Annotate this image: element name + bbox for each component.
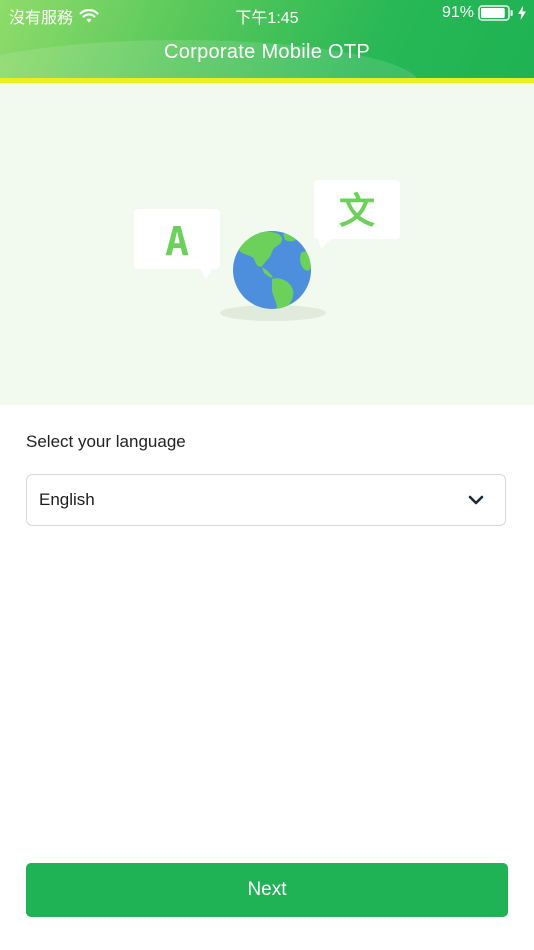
hero-illustration: A 文 [0, 83, 534, 405]
translation-bubble-icon: A [134, 209, 220, 279]
battery-group: 91% [442, 4, 526, 22]
bubble-letter-a: A [165, 219, 189, 265]
language-illustration: A 文 [134, 180, 400, 321]
app-header: 沒有服務 下午1:45 91% Corporate Mobile OTP [0, 0, 534, 78]
status-bar: 沒有服務 下午1:45 91% [0, 0, 534, 28]
chevron-down-icon [468, 495, 484, 505]
translation-bubble-icon-right: 文 [314, 180, 400, 249]
battery-percentage: 91% [441, 4, 474, 21]
globe-icon [233, 231, 311, 309]
next-button[interactable]: Next [26, 863, 508, 917]
battery-icon [478, 5, 513, 21]
bubble-character-wen: 文 [339, 191, 375, 232]
language-selected-value: English [39, 490, 95, 509]
page-title: Corporate Mobile OTP [163, 41, 371, 63]
language-selection-screen: 沒有服務 下午1:45 91% Corporate Mobile OTP A 文… [0, 0, 534, 950]
language-label: Select your language [26, 432, 186, 451]
language-dropdown[interactable]: English [26, 474, 506, 526]
charging-bolt-icon [518, 6, 526, 20]
